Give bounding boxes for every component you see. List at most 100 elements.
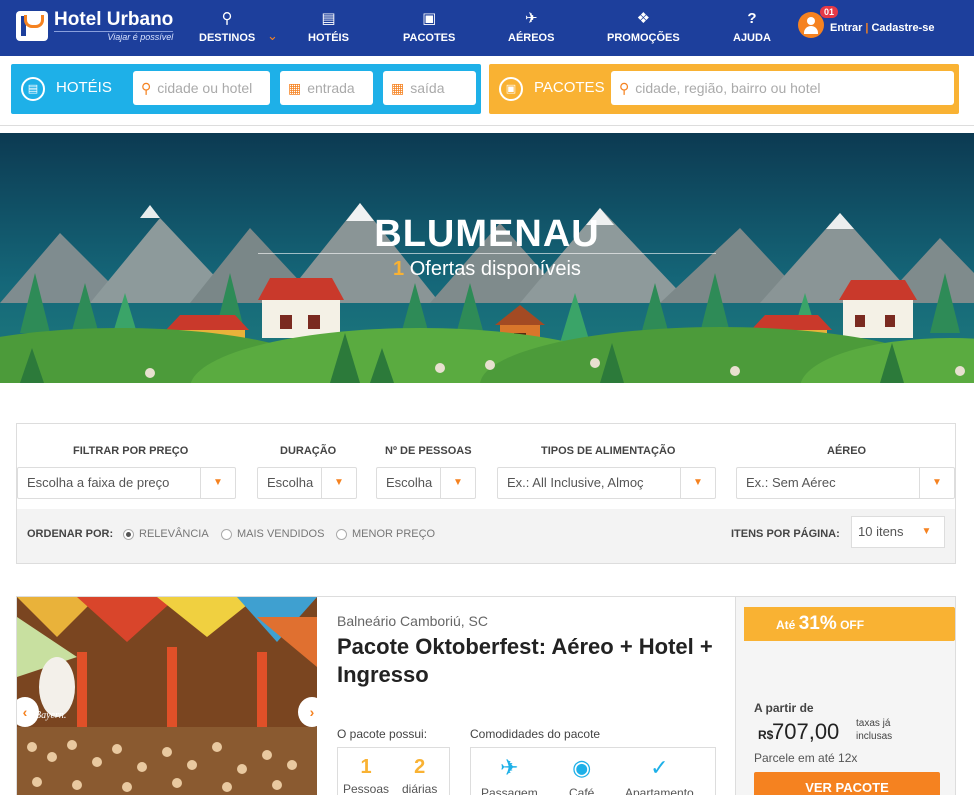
checkin-input[interactable] [307,80,373,96]
package-search-label: PACOTES [534,79,605,96]
meals-filter-select[interactable]: Ex.: All Inclusive, Almoç ▼ [497,467,716,499]
nav-pacotes[interactable]: ▣ PACOTES [403,10,455,44]
package-search-box: ▣ PACOTES ⚲ [489,64,959,114]
location-pin-icon: ⚲ [619,79,630,96]
calendar-icon: ▦ [391,79,405,96]
per-page-select[interactable]: 10 itens ▼ [851,516,945,548]
people-filter-label: Nº DE PESSOAS [385,445,472,457]
radio-selected-icon [123,528,134,540]
destination-hero-banner: BLUMENAU 1 Ofertas disponíveis [0,133,974,383]
photo-caption: Bayern. [35,710,66,721]
nav-destinos[interactable]: ⚲ DESTINOS [199,10,255,44]
installments-note: Parcele em até 12x [754,751,858,765]
sort-option-mais-vendidos[interactable]: MAIS VENDIDOS [221,528,324,540]
sort-option-relevancia[interactable]: RELEVÂNCIA [123,528,209,540]
offers-count-number: 1 [393,258,405,280]
taxes-note: taxas já inclusas [856,718,893,742]
airplane-icon: ✈ [524,10,538,27]
sort-label: ORDENAR POR: [27,528,114,540]
radio-icon [221,528,232,540]
brand-logo[interactable]: Hotel Urbano Viajar é possível [16,9,174,42]
brand-tagline: Viajar é possível [54,31,174,42]
sort-bar: ORDENAR POR: RELEVÂNCIA MAIS VENDIDOS ME… [17,509,955,563]
nav-hoteis[interactable]: ▤ HOTÉIS [308,10,349,44]
check-icon: ✓ [650,755,669,780]
bed-icon: ▤ [21,77,45,101]
brand-name: Hotel Urbano [54,9,174,30]
amenity-passagem: ✈ Passagem [481,755,538,795]
chevron-down-icon[interactable]: ⌄ [267,28,278,44]
include-people: 1 Pessoas [343,756,390,795]
chevron-down-icon: ▼ [200,468,235,498]
chevron-down-icon: ▼ [440,468,475,498]
amenities-label: Comodidades do pacote [470,727,601,741]
nav-ajuda[interactable]: ? AJUDA [733,10,771,44]
checkout-field[interactable]: ▦ [383,71,476,105]
nav-aereos[interactable]: ✈ AÉREOS [508,10,554,44]
package-destination-field[interactable]: ⚲ [611,71,954,105]
meals-filter-label: TIPOS DE ALIMENTAÇÃO [541,445,676,457]
per-page-label: ITENS POR PÁGINA: [731,528,840,540]
checkin-field[interactable]: ▦ [280,71,373,105]
price-from-label: A partir de [754,701,814,715]
air-filter-select[interactable]: Ex.: Sem Aérec ▼ [736,467,955,499]
tag-icon: ❖ [636,10,651,27]
includes-box: 1 Pessoas 2 diárias [337,747,450,795]
airplane-icon: ✈ [500,755,519,780]
notification-badge: 01 [820,6,839,18]
amenity-cafe: ◉ Café [569,755,595,795]
offers-count: 1 Ofertas disponíveis [0,258,974,281]
price-value: 707,00 [772,719,840,744]
discount-ribbon: Até 31% OFF [744,607,955,641]
hotel-urbano-logo-icon [16,11,53,41]
amenity-apartamento: ✓ Apartamento [625,755,694,795]
discount-percent: 31% [798,613,837,634]
package-photo[interactable]: Bayern. ‹ › [17,597,317,795]
top-navigation: Hotel Urbano Viajar é possível ⚲ DESTINO… [0,0,974,56]
user-avatar-icon[interactable] [798,12,824,38]
search-row: ▤ HOTÉIS ⚲ ▦ ▦ ▣ PACOTES ⚲ [0,56,974,126]
view-package-button[interactable]: VER PACOTE [754,772,940,795]
user-menu[interactable]: Entrar | Cadastre-se [798,12,934,38]
bed-icon: ▤ [321,10,336,27]
location-pin-icon: ⚲ [221,10,233,27]
nav-promocoes[interactable]: ❖ PROMOÇÕES [607,10,680,44]
people-filter-select[interactable]: Escolha ▼ [376,467,476,499]
price-column: Até 31% OFF A partir de R$ 707,00 taxas … [735,597,955,795]
include-nights: 2 diárias [402,756,438,795]
location-pin-icon: ⚲ [141,79,152,96]
chevron-down-icon: ▼ [321,468,356,498]
hero-divider [258,253,716,254]
package-location: Balneário Camboriú, SC [337,613,488,629]
offers-count-label: Ofertas disponíveis [409,258,581,280]
chevron-down-icon: ▼ [680,468,715,498]
suitcase-icon: ▣ [422,10,437,27]
package-destination-input[interactable] [635,80,954,96]
package-title[interactable]: Pacote Oktoberfest: Aéreo + Hotel + Ingr… [337,633,717,689]
calendar-icon: ▦ [288,79,302,96]
separator: | [865,22,869,34]
duration-filter-label: DURAÇÃO [280,445,337,457]
package-result-card: Bayern. ‹ › Balneário Camboriú, SC Pacot… [16,596,956,795]
chevron-down-icon: ▼ [921,526,932,537]
price-filter-select[interactable]: Escolha a faixa de preço ▼ [17,467,236,499]
hotel-search-box: ▤ HOTÉIS ⚲ ▦ ▦ [11,64,481,114]
price-filter-label: FILTRAR POR PREÇO [73,445,189,457]
hotel-search-label: HOTÉIS [56,79,112,96]
air-filter-label: AÉREO [827,445,867,457]
chevron-down-icon: ▼ [919,468,954,498]
checkout-input[interactable] [410,80,476,96]
sort-option-menor-preco[interactable]: MENOR PREÇO [336,528,435,540]
hotel-city-input[interactable] [157,80,270,96]
suitcase-icon: ▣ [499,77,523,101]
filters-panel: FILTRAR POR PREÇO Escolha a faixa de pre… [16,423,956,564]
duration-filter-select[interactable]: Escolha ▼ [257,467,357,499]
radio-icon [336,528,347,540]
hotel-city-field[interactable]: ⚲ [133,71,270,105]
login-link[interactable]: Entrar [830,22,862,34]
destination-title: BLUMENAU [374,213,600,255]
amenities-box: ✈ Passagem ◉ Café ✓ Apartamento [470,747,716,795]
question-icon: ? [747,10,757,27]
signup-link[interactable]: Cadastre-se [871,22,934,34]
cloche-icon: ◉ [572,755,592,780]
